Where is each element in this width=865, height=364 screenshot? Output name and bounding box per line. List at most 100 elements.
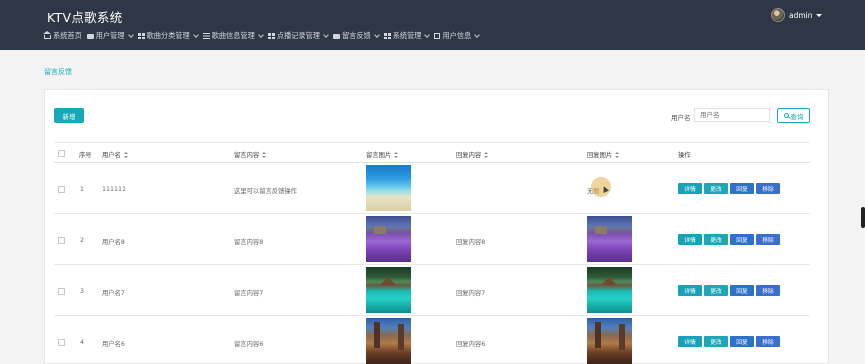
cell-content: 留言内容6 [234, 341, 264, 348]
nav-label: 用户管理 [95, 31, 125, 40]
detail-button[interactable]: 详情 [678, 234, 702, 245]
breadcrumb[interactable]: 留言反馈 [44, 67, 72, 77]
search-button-label: 查询 [790, 112, 804, 121]
header-reply[interactable]: 回复内容 [456, 150, 489, 159]
nav-system[interactable]: 系统管理 [383, 31, 431, 41]
remove-button[interactable]: 移除 [756, 183, 780, 194]
remove-button[interactable]: 移除 [756, 336, 780, 347]
sort-icon [123, 152, 128, 158]
cell-reply: 回复内容8 [456, 239, 486, 246]
detail-button[interactable]: 详情 [678, 336, 702, 347]
cell-content: 这里可以留言反馈操作 [234, 188, 297, 195]
cell-username: 111111 [102, 186, 127, 193]
remove-button[interactable]: 移除 [756, 285, 780, 296]
nav-label: 用户信息 [442, 31, 472, 40]
row-checkbox[interactable] [58, 186, 65, 193]
message-image[interactable] [366, 165, 411, 211]
edit-button[interactable]: 更改 [704, 183, 728, 194]
reply-image[interactable] [587, 318, 632, 364]
nav-home[interactable]: 系统首页 [43, 31, 82, 41]
nav-label: 系统管理 [392, 31, 422, 40]
header-image[interactable]: 留言图片 [366, 150, 399, 159]
edit-button[interactable]: 更改 [704, 285, 728, 296]
header-reply-image[interactable]: 回复图片 [587, 150, 620, 159]
reply-button[interactable]: 回复 [730, 234, 754, 245]
top-header: KTV点歌系统 admin 系统首页 用户管理 歌曲分类管理 歌曲信息管理 点播… [0, 0, 865, 50]
header-content[interactable]: 留言内容 [234, 150, 267, 159]
nav-user-management[interactable]: 用户管理 [86, 31, 134, 41]
chevron-down-icon [424, 32, 431, 38]
row-actions: 详情 更改 回复 移除 [678, 285, 780, 296]
edit-button[interactable]: 更改 [704, 234, 728, 245]
main-nav: 系统首页 用户管理 歌曲分类管理 歌曲信息管理 点播记录管理 留言反馈 系统管理… [43, 31, 484, 41]
header-username[interactable]: 用户名 [102, 150, 128, 159]
remove-button[interactable]: 移除 [756, 234, 780, 245]
table-header: 序号 用户名 留言内容 留言图片 回复内容 回复图片 操作 [54, 142, 810, 163]
nav-feedback[interactable]: 留言反馈 [332, 31, 380, 41]
message-image[interactable] [366, 216, 411, 262]
nav-user-info[interactable]: 用户信息 [434, 31, 481, 41]
sort-icon [615, 152, 620, 158]
search-input[interactable] [694, 108, 770, 122]
table-row: 4 用户名6 留言内容6 回复内容6 详情 更改 回复 移除 [54, 316, 810, 364]
nav-song-category[interactable]: 歌曲分类管理 [137, 31, 199, 41]
cell-content: 留言内容8 [234, 239, 264, 246]
message-icon [332, 33, 340, 39]
cell-index: 2 [80, 237, 85, 244]
user-menu[interactable]: admin [771, 8, 822, 22]
row-checkbox[interactable] [58, 237, 65, 244]
chevron-down-icon [192, 32, 199, 38]
cell-username: 用户名8 [102, 239, 125, 246]
avatar [771, 8, 785, 22]
chevron-down-icon [373, 32, 380, 38]
header-label: 回复内容 [456, 152, 482, 159]
grid-icon [267, 33, 275, 39]
reply-button[interactable]: 回复 [730, 336, 754, 347]
chevron-down-icon [127, 32, 134, 38]
nav-song-info[interactable]: 歌曲信息管理 [202, 31, 264, 41]
row-actions: 详情 更改 回复 移除 [678, 183, 780, 194]
cell-content: 留言内容7 [234, 290, 264, 297]
chevron-down-icon [323, 32, 329, 38]
table-row: 2 用户名8 留言内容8 回复内容8 详情 更改 回复 移除 [54, 214, 810, 265]
select-all-checkbox[interactable] [58, 150, 65, 157]
reply-button[interactable]: 回复 [730, 183, 754, 194]
header-actions: 操作 [678, 152, 691, 159]
scrollbar-thumb[interactable] [861, 207, 865, 228]
app-title: KTV点歌系统 [47, 10, 123, 25]
nav-label: 系统首页 [53, 31, 82, 40]
row-checkbox[interactable] [58, 288, 65, 295]
reply-image[interactable] [587, 216, 632, 262]
nav-label: 歌曲信息管理 [211, 31, 255, 40]
header-label: 回复图片 [587, 152, 613, 159]
row-checkbox[interactable] [58, 339, 65, 346]
home-icon [43, 31, 51, 39]
user-icon [86, 33, 94, 39]
chevron-down-icon [815, 13, 822, 17]
search-button[interactable]: 查询 [777, 108, 810, 123]
add-button[interactable]: 新增 [54, 108, 84, 123]
grid-icon [383, 33, 391, 39]
detail-button[interactable]: 详情 [678, 285, 702, 296]
message-image[interactable] [366, 318, 411, 364]
message-image[interactable] [366, 267, 411, 313]
cell-reply: 回复内容6 [456, 341, 486, 348]
sort-icon [484, 152, 489, 158]
header-label: 留言内容 [234, 152, 260, 159]
table-row: 1 111111 这里可以留言反馈操作 无图 详情 更改 回复 移除 [54, 163, 810, 214]
search-icon [783, 113, 789, 118]
sort-icon [394, 152, 399, 158]
search-label: 用户名 [671, 114, 691, 122]
reply-button[interactable]: 回复 [730, 285, 754, 296]
table-row: 3 用户名7 留言内容7 回复内容7 详情 更改 回复 移除 [54, 265, 810, 316]
chevron-down-icon [257, 32, 264, 38]
nav-label: 留言反馈 [341, 31, 371, 40]
edit-button[interactable]: 更改 [704, 336, 728, 347]
cell-username: 用户名7 [102, 290, 125, 297]
cell-index: 1 [80, 186, 85, 193]
nav-play-records[interactable]: 点播记录管理 [267, 31, 329, 41]
detail-button[interactable]: 详情 [678, 183, 702, 194]
cell-index: 4 [80, 339, 85, 346]
reply-image[interactable] [587, 267, 632, 313]
chevron-down-icon [474, 32, 481, 38]
